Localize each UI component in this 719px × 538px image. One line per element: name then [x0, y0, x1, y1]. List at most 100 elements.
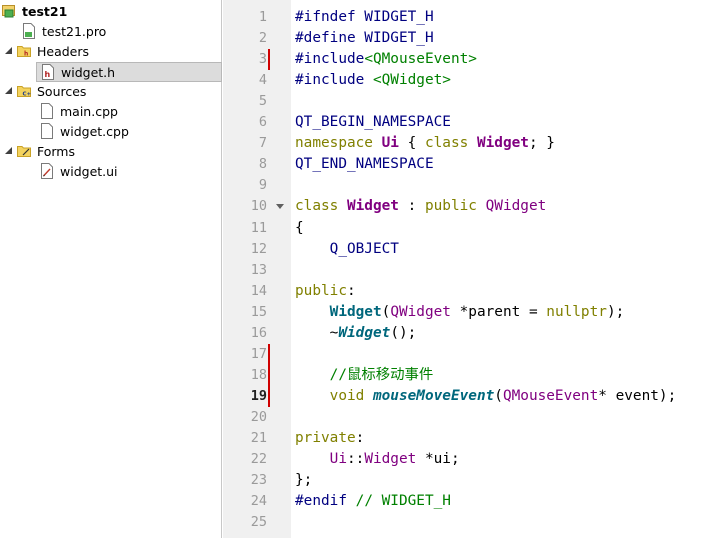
code-line[interactable]: #ifndef WIDGET_H — [295, 7, 434, 28]
line-number: 13 — [250, 261, 267, 278]
code-line[interactable]: #include<QMouseEvent> — [295, 49, 477, 70]
code-line[interactable]: namespace Ui { class Widget; } — [295, 133, 555, 154]
code-token: //鼠标移动事件 — [295, 366, 434, 383]
code-line[interactable]: Widget(QWidget *parent = nullptr); — [295, 302, 625, 323]
code-line[interactable]: QT_BEGIN_NAMESPACE — [295, 112, 451, 133]
svg-text:h: h — [45, 70, 51, 79]
tree-item-widget-ui[interactable]: widget.ui — [40, 161, 118, 181]
tree-item-widget-h[interactable]: h widget.h — [36, 62, 222, 82]
code-token: { — [295, 219, 304, 236]
code-line[interactable]: ~Widget(); — [295, 323, 417, 344]
tree-item-project[interactable]: test21 — [2, 1, 67, 21]
code-line[interactable]: #include <QWidget> — [295, 70, 451, 91]
line-number: 12 — [250, 240, 267, 257]
headers-group-label: Headers — [37, 43, 90, 59]
code-token: Widget — [346, 198, 399, 215]
change-marker — [268, 385, 270, 407]
code-token: nullptr — [546, 303, 607, 320]
sources-group-label: Sources — [37, 83, 87, 99]
code-token: ); — [606, 303, 625, 320]
code-token: Ui — [329, 451, 347, 468]
code-token: public — [295, 282, 347, 299]
code-token: Q_OBJECT — [295, 240, 399, 257]
code-token: : — [346, 282, 356, 299]
folder-sources-icon: C+ — [17, 83, 31, 99]
expanded-arrow-icon[interactable] — [4, 146, 14, 156]
svg-text:C+: C+ — [23, 92, 32, 98]
code-token: #endif — [295, 493, 356, 510]
code-token: QWidget — [390, 303, 451, 320]
code-token: ( — [494, 387, 503, 404]
code-token: <QMouseEvent> — [364, 51, 477, 68]
tree-item-pro-file[interactable]: test21.pro — [22, 21, 106, 41]
line-number: 7 — [258, 135, 267, 152]
code-token: #include — [295, 72, 373, 89]
line-number: 23 — [250, 472, 267, 489]
code-token: class — [295, 198, 347, 215]
main-cpp-label: main.cpp — [60, 103, 118, 119]
code-editor[interactable]: 1 2 3 4 5 6 7 8 9 10 11 12 13 14 15 16 17 18 19 20 21 22 23 24 2… — [223, 0, 719, 538]
change-marker — [268, 343, 270, 365]
svg-text:h: h — [24, 51, 28, 58]
fold-arrow-icon[interactable] — [276, 204, 284, 210]
expanded-arrow-icon[interactable] — [4, 46, 14, 56]
line-number: 2 — [258, 30, 267, 47]
code-token: QT_END_NAMESPACE — [295, 156, 434, 173]
header-file-icon: h — [41, 64, 55, 80]
code-line[interactable]: }; — [295, 470, 312, 491]
line-number: 15 — [250, 303, 267, 320]
line-number: 22 — [250, 451, 267, 468]
change-marker — [268, 364, 270, 386]
code-token: #ifndef WIDGET_H — [295, 9, 434, 25]
cpp-file-icon — [40, 123, 54, 139]
line-number: 19 — [250, 387, 267, 404]
code-token: public — [424, 198, 486, 215]
code-token: :: — [346, 451, 365, 468]
forms-group-label: Forms — [37, 143, 76, 159]
folder-headers-icon: h — [17, 43, 31, 59]
tree-item-main-cpp[interactable]: main.cpp — [40, 101, 118, 121]
cpp-file-icon — [40, 103, 54, 119]
code-token: : — [398, 198, 425, 215]
code-line[interactable]: QT_END_NAMESPACE — [295, 154, 434, 175]
code-token: Widget — [476, 135, 529, 152]
line-number: 18 — [250, 366, 267, 383]
code-token: <QWidget> — [372, 72, 451, 89]
code-token: QT_BEGIN_NAMESPACE — [295, 114, 451, 131]
code-line[interactable]: //鼠标移动事件 — [295, 365, 434, 386]
code-line[interactable]: public: — [295, 281, 356, 302]
code-token: #include — [295, 51, 365, 68]
widget-cpp-label: widget.cpp — [60, 123, 129, 139]
code-line[interactable]: private: — [295, 428, 364, 449]
tree-group-sources[interactable]: C+ Sources — [4, 81, 86, 101]
code-token: void — [329, 387, 373, 404]
code-token: Widget — [338, 324, 391, 341]
code-line[interactable]: #endif // WIDGET_H — [295, 491, 451, 512]
code-token: Ui — [381, 135, 399, 152]
code-line[interactable]: #define WIDGET_H — [295, 28, 434, 49]
line-number: 8 — [258, 156, 267, 173]
code-token: ; } — [528, 135, 555, 152]
line-number: 24 — [250, 493, 267, 510]
code-line[interactable]: { — [295, 218, 304, 239]
code-line[interactable]: Q_OBJECT — [295, 239, 399, 260]
code-line[interactable]: class Widget : public QWidget — [295, 196, 546, 217]
line-number: 3 — [258, 51, 267, 68]
code-token: QMouseEvent — [502, 387, 599, 404]
code-line[interactable]: Ui::Widget *ui; — [295, 449, 460, 470]
line-number: 25 — [250, 514, 267, 531]
expanded-arrow-icon[interactable] — [4, 86, 14, 96]
project-tree: test21 test21.pro h Headers h widget.h C… — [0, 0, 222, 538]
code-token: class — [424, 135, 477, 152]
line-number: 6 — [258, 114, 267, 131]
code-token: namespace — [295, 135, 382, 152]
tree-item-widget-cpp[interactable]: widget.cpp — [40, 121, 129, 141]
code-token: #define WIDGET_H — [295, 30, 434, 47]
tree-group-forms[interactable]: Forms — [4, 141, 75, 161]
code-line[interactable]: void mouseMoveEvent(QMouseEvent* event); — [295, 386, 677, 407]
code-token: { — [398, 135, 425, 152]
pro-file-icon — [22, 23, 36, 39]
tree-group-headers[interactable]: h Headers — [4, 41, 89, 61]
